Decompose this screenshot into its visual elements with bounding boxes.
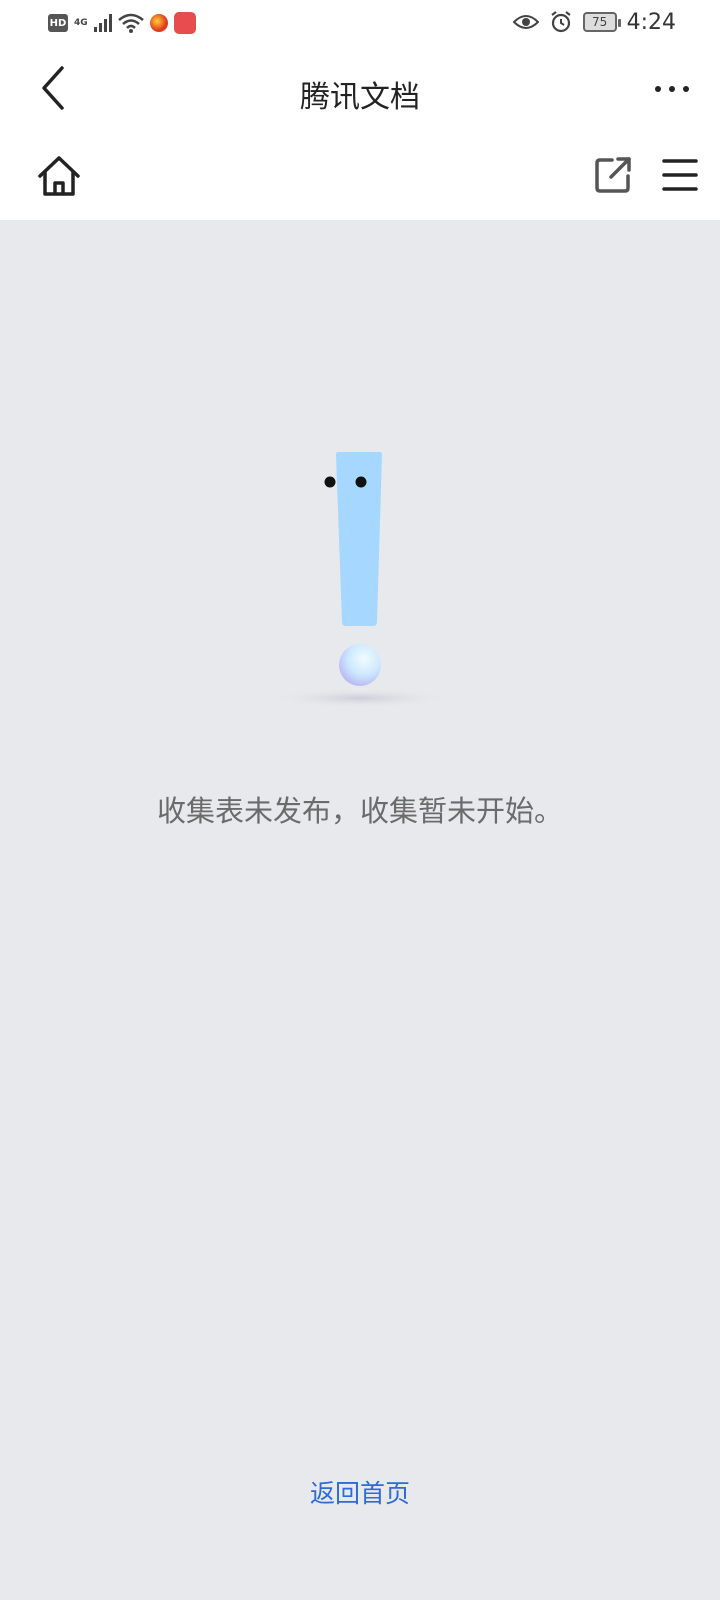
external-link-icon[interactable] [594, 156, 632, 194]
hamburger-menu-icon[interactable] [662, 158, 698, 192]
network-label: 4G [74, 17, 88, 28]
wifi-icon [117, 13, 144, 33]
app-icon [173, 12, 196, 34]
status-left: HD 4G [48, 11, 196, 35]
app-icon [149, 14, 168, 32]
eye-icon [512, 15, 539, 29]
toolbar [0, 134, 720, 220]
more-dots-icon[interactable] [652, 74, 692, 104]
hd-label: HD [49, 17, 67, 29]
hd-icon: HD [48, 14, 68, 32]
return-home-link[interactable]: 返回首页 [0, 1474, 720, 1510]
status-time: 4:24 [626, 9, 676, 35]
status-bar: HD 4G 75 4:24 [0, 0, 720, 44]
page-title: 腾讯文档 [300, 80, 420, 115]
battery-level: 75 [591, 15, 608, 29]
main-content: 收集表未发布，收集暂未开始。 返回首页 [0, 220, 720, 1600]
status-right: 75 4:24 [512, 9, 676, 35]
signal-icon [93, 14, 112, 32]
exclamation-illustration [270, 452, 450, 708]
home-icon[interactable] [36, 154, 82, 198]
battery-icon: 75 [582, 12, 621, 32]
nav-bar: 腾讯文档 [0, 44, 720, 134]
empty-state-message: 收集表未发布，收集暂未开始。 [156, 794, 563, 828]
alarm-icon [550, 11, 571, 33]
